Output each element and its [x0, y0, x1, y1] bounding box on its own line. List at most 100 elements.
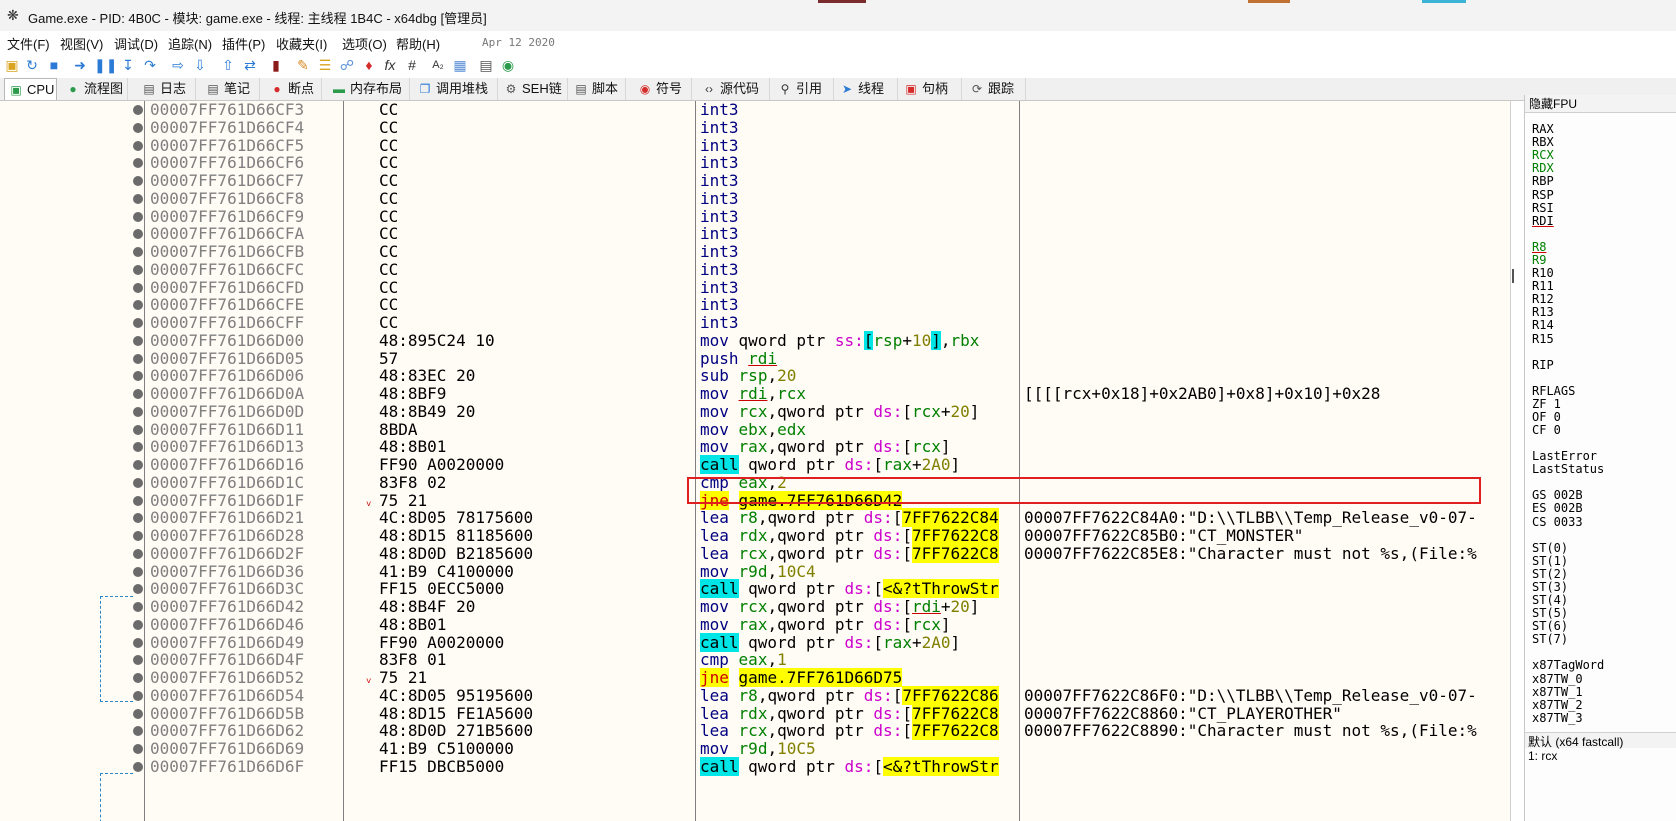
- register-x87tw-1[interactable]: x87TW_1: [1532, 685, 1583, 699]
- tab-notes[interactable]: ▤ 笔记: [202, 78, 260, 100]
- menu-trace[interactable]: 追踪(N): [168, 34, 212, 53]
- menu-view[interactable]: 视图(V): [60, 34, 103, 53]
- breakpoint-dot-icon[interactable]: [133, 602, 143, 612]
- register-cf-0[interactable]: CF 0: [1532, 423, 1561, 437]
- breakpoint-dot-icon[interactable]: [133, 619, 143, 630]
- breakpoint-dot-icon[interactable]: [133, 318, 143, 328]
- table-row[interactable]: 00007FF761D66D0D 48:8B49 20 mov rcx,qword …: [0, 402, 1516, 421]
- stop-icon[interactable]: ■: [46, 57, 62, 73]
- step-over-icon[interactable]: ↷: [142, 57, 158, 73]
- register-r12[interactable]: R12: [1532, 292, 1554, 306]
- breakpoint-dot-icon[interactable]: [133, 353, 143, 364]
- table-row[interactable]: 00007FF761D66D6F FF15 DBCB5000 call qword …: [0, 756, 1516, 776]
- breakpoint-dot-icon[interactable]: [133, 211, 143, 222]
- step-into-icon[interactable]: ↧: [120, 57, 136, 73]
- breakpoint-dot-icon[interactable]: [133, 477, 143, 488]
- breakpoint-dot-icon[interactable]: [133, 389, 143, 399]
- register-r13[interactable]: R13: [1532, 305, 1554, 319]
- breakpoint-dot-icon[interactable]: [133, 442, 143, 453]
- register-rdx[interactable]: RDX: [1532, 161, 1554, 175]
- tab-handles[interactable]: ▣ 句柄: [900, 78, 962, 100]
- strings-icon[interactable]: A₂: [430, 57, 446, 73]
- register-st-2-[interactable]: ST(2): [1532, 567, 1568, 581]
- table-row[interactable]: 00007FF761D66CF9 CC int3: [0, 207, 1516, 226]
- menu-options[interactable]: 选项(O): [342, 34, 387, 53]
- function-icon[interactable]: fx: [382, 57, 398, 73]
- breakpoint-dot-icon[interactable]: [133, 531, 143, 541]
- register-lasterror[interactable]: LastError: [1532, 449, 1597, 463]
- tab-breakpoints[interactable]: ● 断点: [266, 78, 322, 100]
- calling-convention-select[interactable]: 默认 (x64 fastcall): [1525, 732, 1676, 749]
- breakpoint-tag-icon[interactable]: ♦: [361, 57, 377, 73]
- table-row[interactable]: 00007FF761D66D42 48:8B4F 20 mov rcx,qword …: [0, 598, 1516, 616]
- menu-favourites[interactable]: 收藏夹(I): [276, 34, 327, 53]
- table-row[interactable]: 00007FF761D66D00 48:895C24 10 mov qword pt…: [0, 330, 1516, 350]
- breakpoint-dot-icon[interactable]: [133, 406, 143, 417]
- patch-icon[interactable]: ▮: [268, 57, 284, 73]
- calculator-icon[interactable]: ▦: [452, 57, 468, 73]
- table-row[interactable]: 00007FF761D66CF5 CC int3: [0, 136, 1516, 155]
- breakpoint-dot-icon[interactable]: [133, 300, 143, 311]
- table-row[interactable]: 00007FF761D66D69 41:B9 C5100000 mov r9d,10…: [0, 740, 1516, 758]
- breakpoint-dot-icon[interactable]: [133, 726, 143, 737]
- table-row[interactable]: 00007FF761D66CF6 CC int3: [0, 154, 1516, 172]
- register-rdi[interactable]: RDI: [1532, 214, 1554, 228]
- table-row[interactable]: 00007FF761D66D36 41:B9 C4100000 mov r9d,10…: [0, 562, 1516, 581]
- table-row[interactable]: 00007FF761D66CFB CC int3: [0, 243, 1516, 261]
- breakpoint-dot-icon[interactable]: [133, 176, 143, 186]
- table-row[interactable]: 00007FF761D66D3C FF15 0ECC5000 call qword …: [0, 579, 1516, 599]
- tab-call-stack[interactable]: ❐ 调用堆栈: [414, 78, 498, 100]
- register-r10[interactable]: R10: [1532, 266, 1554, 280]
- breakpoint-dot-icon[interactable]: [133, 247, 143, 257]
- tab-cpu[interactable]: ▣ CPU: [4, 78, 57, 100]
- disassembly-scrollbar[interactable]: [1510, 101, 1521, 821]
- table-row[interactable]: 00007FF761D66D16 FF90 A0020000 call qword …: [0, 455, 1516, 474]
- tab-symbols[interactable]: ◉ 符号: [634, 78, 692, 100]
- register-st-4-[interactable]: ST(4): [1532, 593, 1568, 607]
- breakpoint-dot-icon[interactable]: [133, 655, 143, 666]
- menu-debug[interactable]: 调试(D): [114, 34, 158, 53]
- register-rbx[interactable]: RBX: [1532, 135, 1554, 149]
- breakpoint-dot-icon[interactable]: [133, 690, 143, 701]
- menu-file[interactable]: 文件(F): [7, 34, 50, 53]
- breakpoint-dot-icon[interactable]: [133, 122, 143, 133]
- open-icon[interactable]: ▣: [4, 57, 20, 73]
- trace-into-icon[interactable]: ⇨: [170, 57, 186, 73]
- table-row[interactable]: 00007FF761D66CFE CC int3: [0, 296, 1516, 314]
- register-x87tagword[interactable]: x87TagWord: [1532, 658, 1604, 672]
- register-rcx[interactable]: RCX: [1532, 148, 1554, 162]
- table-row[interactable]: 00007FF761D66D11 8BDA mov ebx,edx: [0, 420, 1516, 439]
- register-rax[interactable]: RAX: [1532, 122, 1554, 136]
- table-row[interactable]: 00007FF761D66D52 ˅ 75 21 jne game.7FF761D66…: [0, 668, 1516, 687]
- breakpoint-dot-icon[interactable]: [133, 193, 143, 204]
- disassembly-view[interactable]: 00007FF761D66CF3 CC int3 00007FF761D66CF4 CC…: [0, 101, 1516, 821]
- table-row[interactable]: 00007FF761D66D54 4C:8D05 95195600 lea r8,q…: [0, 685, 1516, 705]
- register-r11[interactable]: R11: [1532, 279, 1554, 293]
- register-x87tw-2[interactable]: x87TW_2: [1532, 698, 1583, 712]
- register-r9[interactable]: R9: [1532, 253, 1546, 267]
- register-cs-0033[interactable]: CS 0033: [1532, 515, 1583, 529]
- table-row[interactable]: 00007FF761D66CF3 CC int3: [0, 101, 1516, 119]
- table-row[interactable]: 00007FF761D66D49 FF90 A0020000 call qword …: [0, 632, 1516, 652]
- table-row[interactable]: 00007FF761D66D13 48:8B01 mov rax,qword ptr…: [0, 438, 1516, 456]
- table-row[interactable]: 00007FF761D66D5B 48:8D15 FE1A5600 lea rdx,…: [0, 703, 1516, 723]
- register-x87tw-0[interactable]: x87TW_0: [1532, 672, 1583, 686]
- label-icon[interactable]: ☰: [317, 57, 333, 73]
- register-r8[interactable]: R8: [1532, 240, 1546, 254]
- breakpoint-dot-icon[interactable]: [133, 708, 143, 719]
- register-st-5-[interactable]: ST(5): [1532, 606, 1568, 620]
- table-row[interactable]: 00007FF761D66CFF CC int3: [0, 314, 1516, 332]
- register-rsp[interactable]: RSP: [1532, 188, 1554, 202]
- register-st-0-[interactable]: ST(0): [1532, 541, 1568, 555]
- breakpoint-dot-icon[interactable]: [133, 584, 143, 595]
- register-st-7-[interactable]: ST(7): [1532, 632, 1568, 646]
- comment-icon[interactable]: ✎: [295, 57, 311, 73]
- menu-help[interactable]: 帮助(H): [396, 34, 440, 53]
- execute-till-return-icon[interactable]: ⇧: [220, 57, 236, 73]
- tab-seh[interactable]: ⚙ SEH链: [500, 78, 568, 100]
- run-to-user-code-icon[interactable]: ⇄: [242, 57, 258, 73]
- notepad-icon[interactable]: ▤: [478, 57, 494, 73]
- register-zf-1[interactable]: ZF 1: [1532, 397, 1561, 411]
- hash-icon[interactable]: #: [404, 57, 420, 73]
- register-rip[interactable]: RIP: [1532, 358, 1554, 372]
